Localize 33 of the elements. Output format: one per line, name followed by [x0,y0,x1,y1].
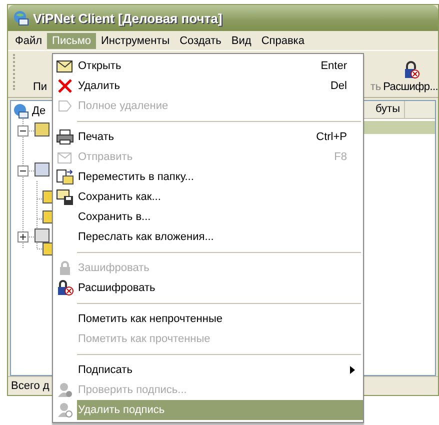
person-icon [57,382,73,398]
menu-item[interactable]: Подписать [77,360,363,380]
menu-item[interactable]: Переслать как вложения... [77,227,363,247]
menu-item[interactable]: Справка [256,33,310,49]
menu-item[interactable]: Печать Ctrl+P [77,127,363,147]
menu-item[interactable]: Расшифровать [77,278,363,298]
tree-item[interactable]: Де [32,105,46,117]
document-folder-icon [56,169,74,185]
toolbar-button[interactable]: Пи [31,81,50,93]
menu-item[interactable]: Открыть Enter [77,56,363,76]
status-text: Всего д [11,380,50,392]
menu-item[interactable]: Создать [174,33,226,49]
lock-icon [57,260,73,276]
column-header[interactable]: буты [375,101,405,118]
window-title: ViPNet Client [Деловая почта] [33,10,222,26]
decrypt-button[interactable]: Расшифр... [383,61,438,93]
printer-icon [56,129,74,145]
menu-item[interactable]: Файл [10,33,48,49]
delete-icon [57,78,73,94]
menu-item[interactable]: Вид [226,33,256,49]
menu-item[interactable]: Переместить в папку... [77,167,363,187]
envelope-disk-icon [56,189,74,205]
menu-item[interactable]: Пометить как непрочтенные [77,309,363,329]
envelope-icon [56,58,74,74]
person-icon [57,402,73,418]
menu-item[interactable]: Удалить Del [77,76,363,96]
menu-item[interactable]: Инструменты [96,33,175,49]
tag-icon [57,98,73,114]
menu-item[interactable]: Сохранить как... [77,187,363,207]
globe-mail-icon [13,103,29,119]
menu-item[interactable]: Сохранить в... [77,207,363,227]
lock-icon [56,280,74,296]
globe-mail-icon [13,10,29,26]
